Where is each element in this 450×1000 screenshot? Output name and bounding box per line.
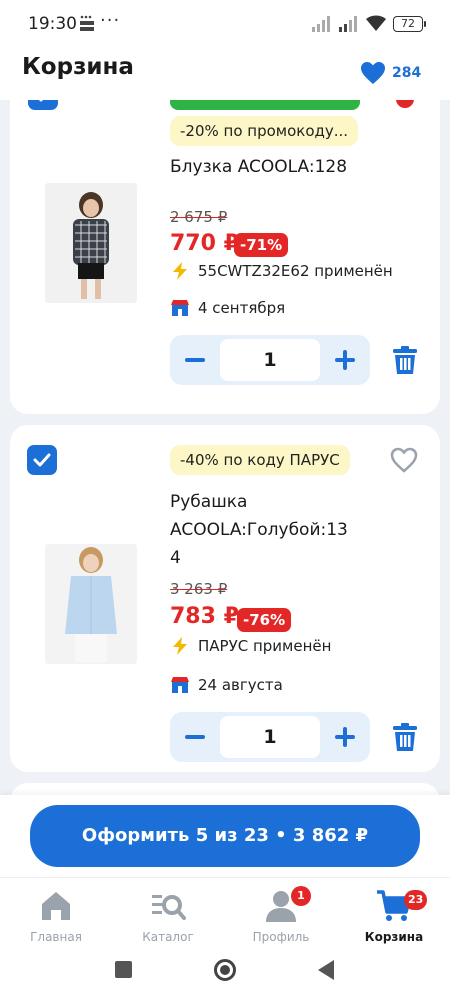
favorites-count: 284: [392, 65, 422, 81]
delivery-date: 24 августа: [170, 676, 283, 694]
old-price: 2 675 ₽: [170, 208, 228, 226]
product-title[interactable]: Блузка ACOOLA:128: [170, 153, 400, 181]
nav-cart[interactable]: 23 Корзина: [344, 884, 444, 946]
catalog-search-icon: [152, 895, 186, 920]
promo-applied-text: ПАРУС применён: [198, 637, 332, 655]
more-notifications-icon: ···: [100, 10, 121, 31]
quantity-stepper: 1: [170, 335, 370, 385]
discount-badge: -76%: [237, 608, 292, 632]
lightning-icon: [173, 637, 187, 655]
cart-item: [10, 783, 440, 795]
status-bar: 19:30 ··· 72: [0, 0, 450, 48]
quantity-value[interactable]: 1: [220, 716, 320, 758]
app-header: Корзина 284: [0, 48, 450, 100]
cart-item: -40% по коду ПАРУС Рубашка ACOOLA:Голубо…: [10, 425, 440, 772]
nav-label: Главная: [30, 930, 82, 944]
minus-icon: [185, 735, 205, 739]
home-icon: [42, 892, 70, 920]
profile-badge: 1: [291, 886, 311, 906]
signal-icon: [312, 16, 330, 32]
current-price: 770 ₽: [170, 231, 239, 256]
decrease-button[interactable]: [170, 712, 220, 762]
delivery-date-text: 4 сентября: [198, 299, 286, 317]
plus-icon: [335, 350, 355, 370]
favorite-heart-icon[interactable]: [390, 447, 418, 473]
promo-applied: 55CWTZ32E62 применён: [170, 261, 393, 281]
quantity-stepper: 1: [170, 712, 370, 762]
checkmark-icon: [38, 100, 44, 102]
notification-dot: [396, 100, 414, 108]
back-triangle-icon[interactable]: [318, 960, 334, 980]
shirt-photo-icon: [45, 544, 137, 664]
item-checkbox[interactable]: [27, 445, 57, 475]
decrease-button[interactable]: [170, 335, 220, 385]
increase-button[interactable]: [320, 712, 370, 762]
promo-applied-text: 55CWTZ32E62 применён: [198, 262, 393, 280]
status-time: 19:30: [28, 14, 77, 34]
product-title-line: 4: [170, 548, 181, 568]
cart-item: -20% по промокоду... Блузка ACOOLA:128 2…: [10, 100, 440, 414]
delivery-date: 4 сентября: [170, 299, 285, 317]
product-image[interactable]: [45, 544, 137, 664]
promo-tag: -40% по коду ПАРУС: [170, 445, 350, 475]
app-notification-icon: [80, 15, 94, 31]
checkmark-icon: [33, 453, 51, 467]
cart-badge: 23: [404, 890, 428, 910]
nav-home[interactable]: Главная: [6, 884, 106, 946]
home-circle-icon[interactable]: [214, 959, 236, 981]
product-title-line: ACOOLA:Голубой:13: [170, 520, 348, 540]
delivery-date-text: 24 августа: [198, 676, 283, 694]
favorites-button[interactable]: 284: [360, 60, 421, 86]
recent-apps-icon[interactable]: [115, 961, 132, 978]
promo-applied: ПАРУС применён: [170, 636, 331, 656]
nav-profile[interactable]: 1 Профиль: [231, 884, 331, 946]
trash-icon[interactable]: [389, 344, 421, 376]
plus-icon: [335, 727, 355, 747]
old-price: 3 263 ₽: [170, 580, 228, 598]
current-price: 783 ₽: [170, 604, 239, 629]
blouse-photo-icon: [45, 183, 137, 303]
lightning-icon: [173, 262, 187, 280]
battery-icon: 72: [393, 16, 426, 32]
increase-button[interactable]: [320, 335, 370, 385]
promo-banner-green: [170, 100, 360, 110]
item-checkbox[interactable]: [28, 100, 58, 110]
bottom-navigation: Главная Каталог 1 Профиль 23 Корзина: [0, 877, 450, 949]
page-title: Корзина: [22, 54, 134, 80]
product-title-line: Блузка ACOOLA:128: [170, 157, 348, 177]
heart-icon: [361, 62, 385, 84]
product-title[interactable]: Рубашка ACOOLA:Голубой:13 4: [170, 488, 400, 572]
minus-icon: [185, 358, 205, 362]
nav-label: Каталог: [142, 930, 194, 944]
store-icon: [171, 300, 189, 316]
product-title-line: Рубашка: [170, 492, 248, 512]
checkout-button[interactable]: Оформить 5 из 23 • 3 862 ₽: [30, 805, 420, 867]
nav-catalog[interactable]: Каталог: [118, 884, 218, 946]
discount-badge: -71%: [234, 233, 289, 257]
system-navigation: [0, 949, 450, 1000]
quantity-value[interactable]: 1: [220, 339, 320, 381]
checkout-bar: Оформить 5 из 23 • 3 862 ₽: [0, 795, 450, 877]
trash-icon[interactable]: [389, 721, 421, 753]
signal-icon-2: [339, 16, 357, 32]
nav-label: Корзина: [364, 930, 424, 944]
promo-tag: -20% по промокоду...: [170, 116, 359, 146]
store-icon: [171, 677, 189, 693]
product-image[interactable]: [45, 183, 137, 303]
cart-list[interactable]: -20% по промокоду... Блузка ACOOLA:128 2…: [0, 100, 450, 795]
wifi-icon: [366, 15, 386, 31]
nav-label: Профиль: [252, 930, 310, 944]
